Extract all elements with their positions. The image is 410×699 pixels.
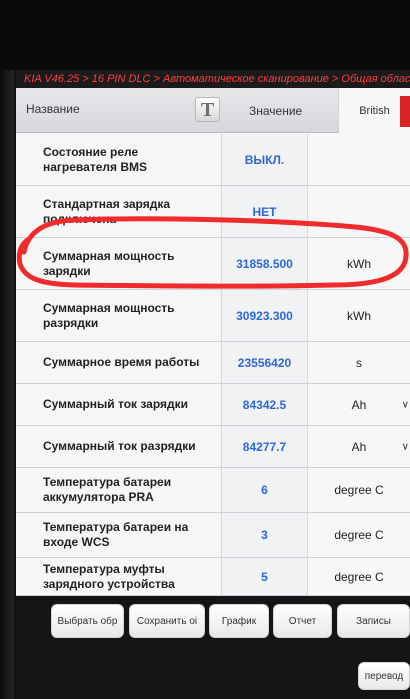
parameter-value: 31858.500 — [222, 238, 308, 289]
record-button[interactable]: Записы — [337, 604, 410, 638]
parameter-unit — [308, 186, 410, 237]
parameter-unit: Ah ∨ — [308, 426, 410, 467]
unit-text: degree C — [334, 569, 384, 584]
parameter-unit: degree C — [308, 513, 410, 557]
parameter-value: 30923.300 — [222, 290, 308, 341]
unit-text: kWh — [347, 256, 371, 271]
table-row: Суммарное время работы 23556420 s — [16, 342, 410, 384]
parameter-name: Температура батареи аккумулятора PRA — [16, 468, 222, 512]
table-row: Температура батареи на входе WCS 3 degre… — [16, 513, 410, 558]
chevron-down-icon[interactable]: ∨ — [402, 441, 409, 452]
unit-text: degree C — [334, 528, 384, 542]
table-row: Состояние реле нагревателя BMS ВЫКЛ. — [16, 134, 410, 186]
name-column-header: Название — [26, 102, 80, 116]
parameter-name: Состояние реле нагревателя BMS — [16, 134, 222, 185]
parameter-unit: kWh — [308, 238, 410, 289]
table-row: Суммарный ток разрядки 84277.7 Ah ∨ — [16, 426, 410, 468]
diagnostic-screen: KIA V46.25 > 16 PIN DLC > Автоматическое… — [16, 70, 410, 699]
parameter-table: Состояние реле нагревателя BMS ВЫКЛ. Ста… — [16, 134, 410, 596]
unit-text: Ah — [351, 397, 367, 412]
unit-text: s — [356, 355, 362, 370]
parameter-value: 6 — [222, 468, 308, 512]
table-row: Суммарная мощность разрядки 30923.300 kW… — [16, 290, 410, 342]
parameter-value: 84342.5 — [222, 384, 308, 425]
parameter-value: НЕТ — [222, 186, 308, 237]
tablet-bezel-left — [0, 70, 14, 699]
parameter-name: Стандартная зарядка подключена — [16, 186, 222, 237]
bottom-toolbar: Выбрать обр Сохранить оі График Отчет За… — [16, 596, 410, 699]
table-row: Температура муфты зарядного устройства 5… — [16, 558, 410, 596]
parameter-value: 84277.7 — [222, 426, 308, 467]
parameter-unit: s — [308, 342, 410, 383]
parameter-name: Температура муфты зарядного устройства — [16, 558, 222, 595]
parameter-unit: degree C — [308, 468, 410, 512]
parameter-value: 5 — [222, 558, 308, 595]
unit-text: kWh — [347, 308, 371, 323]
parameter-name: Температура батареи на входе WCS — [16, 513, 222, 557]
parameter-name: Суммарная мощность разрядки — [16, 290, 222, 341]
unit-text: Ah — [351, 439, 367, 454]
parameter-value: 23556420 — [222, 342, 308, 383]
value-column-header: Значение — [249, 104, 303, 118]
parameter-name: Суммарный ток разрядки — [16, 426, 222, 467]
side-red-tab — [400, 96, 410, 127]
parameter-unit: kWh — [308, 290, 410, 341]
parameter-name: Суммарное время работы — [16, 342, 222, 383]
text-filter-button[interactable]: T — [195, 97, 220, 122]
table-row: Суммарная мощность зарядки 31858.500 kWh — [16, 238, 410, 290]
table-header: Название T Значение British — [16, 88, 410, 133]
report-button[interactable]: Отчет — [273, 604, 332, 638]
parameter-value: 3 — [222, 513, 308, 557]
breadcrumb: KIA V46.25 > 16 PIN DLC > Автоматическое… — [16, 70, 410, 88]
table-row: Суммарный ток зарядки 84342.5 Ah ∨ — [16, 384, 410, 426]
table-row: Стандартная зарядка подключена НЕТ — [16, 186, 410, 238]
unit-text: degree C — [334, 483, 384, 497]
save-button[interactable]: Сохранить оі — [129, 604, 205, 638]
table-row: Температура батареи аккумулятора PRA 6 d… — [16, 468, 410, 513]
parameter-value: ВЫКЛ. — [222, 134, 308, 185]
text-icon: T — [200, 98, 215, 121]
parameter-unit — [308, 134, 410, 185]
translate-button[interactable]: перевод — [358, 662, 410, 690]
parameter-unit: Ah ∨ — [308, 384, 410, 425]
photo-of-tablet-screen: KIA V46.25 > 16 PIN DLC > Автоматическое… — [0, 0, 410, 699]
parameter-name: Суммарный ток зарядки — [16, 384, 222, 425]
graph-button[interactable]: График — [209, 604, 269, 638]
parameter-unit: degree C — [308, 558, 410, 595]
select-template-button[interactable]: Выбрать обр — [51, 604, 124, 638]
parameter-name: Суммарная мощность зарядки — [16, 238, 222, 289]
tablet-bezel-top — [0, 0, 410, 70]
chevron-down-icon[interactable]: ∨ — [402, 399, 409, 410]
